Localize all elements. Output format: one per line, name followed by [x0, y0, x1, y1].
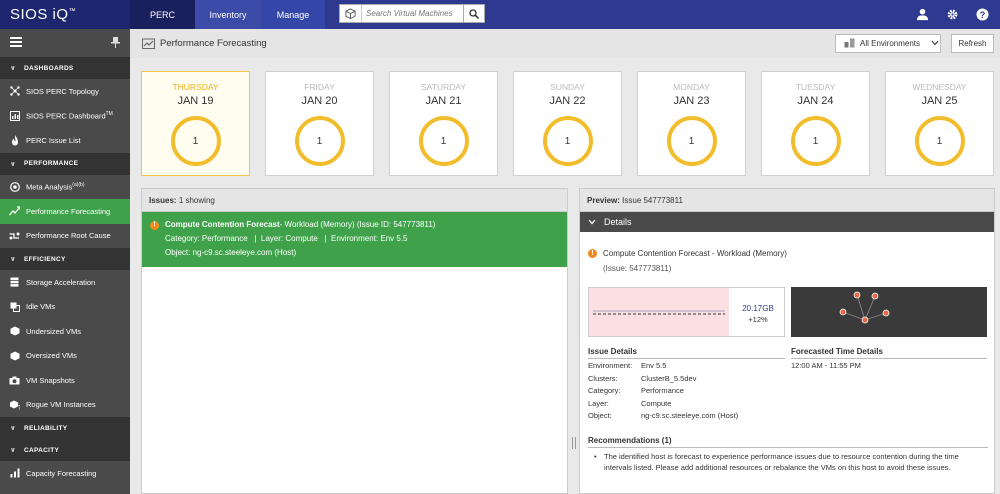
issue-count-ring[interactable]: 1 — [170, 116, 221, 166]
sidebar-item-idle-vms[interactable]: Idle VMs — [0, 295, 130, 320]
sidebar: ∨ DASHBOARDS SIOS PERC Topology SIOS PERC… — [0, 29, 130, 494]
menu-icon[interactable] — [10, 37, 22, 49]
chevron-down-icon — [931, 39, 939, 48]
tab-manage[interactable]: Manage — [261, 0, 325, 29]
day-card[interactable]: SATURDAY JAN 21 1 — [389, 71, 498, 176]
sidebar-item-undersized-vms[interactable]: Undersized VMs — [0, 319, 130, 344]
vm-search — [339, 4, 485, 23]
sidebar-item-perc-issue-list[interactable]: PERC Issue List — [0, 128, 130, 153]
topology-thumbnail[interactable] — [791, 287, 987, 337]
warning-icon: ! — [150, 220, 159, 230]
day-card[interactable]: THURSDAY JAN 19 1 — [141, 71, 250, 176]
section-efficiency[interactable]: ∨ EFFICIENCY — [0, 248, 130, 270]
sidebar-item-oversized-vms[interactable]: Oversized VMs — [0, 344, 130, 369]
preview-title: ! Compute Contention Forecast - Workload … — [588, 249, 787, 258]
help-icon[interactable]: ? — [975, 7, 989, 21]
chevron-down-icon: ∨ — [10, 447, 16, 454]
refresh-button[interactable]: Refresh — [951, 34, 994, 53]
svg-text:?: ? — [979, 9, 985, 19]
issues-header: Issues: 1 showing — [142, 189, 567, 212]
threshold-area — [589, 288, 729, 336]
rogue-vm-icon: ? — [9, 399, 20, 410]
undersized-vm-icon — [9, 326, 20, 337]
preview-header: Preview: Issue 547773811 — [580, 189, 994, 212]
sidebar-item-perc-topology[interactable]: SIOS PERC Topology — [0, 79, 130, 104]
day-card[interactable]: WEDNESDAY JAN 25 1 — [885, 71, 994, 176]
tab-perc[interactable]: PERC — [130, 0, 195, 29]
environment-select[interactable]: All Environments — [835, 34, 941, 53]
issue-details-list: Environment: Env 5.5 Clusters: ClusterB_5.… — [588, 361, 739, 420]
issue-count-ring[interactable]: 1 — [542, 116, 593, 166]
search-icon[interactable] — [463, 5, 484, 22]
topology-icon — [9, 86, 20, 97]
forecast-change: +12% — [748, 315, 768, 324]
chevron-down-icon: ∨ — [10, 425, 16, 432]
forecasting-page-icon — [142, 37, 155, 49]
chevron-down-icon: ∨ — [10, 65, 16, 72]
dashboard-icon — [9, 110, 20, 121]
section-dashboards[interactable]: ∨ DASHBOARDS — [0, 57, 130, 79]
section-reliability[interactable]: ∨ RELIABILITY — [0, 417, 130, 439]
sidebar-item-meta-analysis[interactable]: Meta Analysis(a)(b) — [0, 175, 130, 200]
warning-icon: ! — [588, 249, 597, 258]
meta-analysis-icon — [9, 181, 20, 192]
issue-count-ring[interactable]: 1 — [914, 116, 965, 166]
chevron-down-icon — [588, 217, 596, 227]
issue-row[interactable]: ! Compute Contention Forecast - Workload … — [142, 212, 567, 267]
forecast-time-value: 12:00 AM - 11:55 PM — [791, 361, 861, 370]
issue-count-ring[interactable]: 1 — [666, 116, 717, 166]
issues-panel: Issues: 1 showing ! Compute Contention Fo… — [141, 188, 568, 494]
page-title: Performance Forecasting — [160, 38, 267, 49]
sidebar-item-vm-snapshots[interactable]: VM Snapshots — [0, 368, 130, 393]
sidebar-item-perc-dashboard[interactable]: SIOS PERC DashboardTM — [0, 104, 130, 129]
chevron-down-icon: ∨ — [10, 160, 16, 168]
svg-text:?: ? — [18, 405, 20, 410]
tab-inventory[interactable]: Inventory — [195, 0, 261, 29]
app-logo[interactable]: SIOS iQ™ — [0, 0, 130, 29]
sidebar-item-capacity-forecasting[interactable]: Capacity Forecasting — [0, 461, 130, 486]
forecast-chart[interactable]: 20.17GB +12% — [588, 287, 785, 337]
snapshot-icon — [9, 375, 20, 386]
flame-icon — [9, 134, 20, 146]
panel-splitter[interactable] — [572, 437, 576, 449]
issue-count-ring[interactable]: 1 — [294, 116, 345, 166]
capacity-icon — [9, 468, 20, 479]
day-card[interactable]: FRIDAY JAN 20 1 — [265, 71, 374, 176]
cube-icon[interactable] — [340, 5, 362, 22]
preview-issue-ref: (Issue: 547773811) — [603, 264, 672, 273]
gear-icon[interactable] — [945, 7, 959, 21]
sidebar-item-performance-root-cause[interactable]: Performance Root Cause — [0, 224, 130, 249]
chevron-down-icon: ∨ — [10, 256, 16, 263]
sidebar-item-performance-forecasting[interactable]: Performance Forecasting — [0, 199, 130, 224]
pin-icon[interactable] — [111, 36, 120, 50]
details-toggle[interactable]: Details — [580, 212, 994, 232]
user-icon[interactable] — [915, 7, 929, 21]
top-bar: SIOS iQ™ PERC Inventory Manage ? — [0, 0, 1000, 29]
page-header: Performance Forecasting All Environments… — [130, 29, 1000, 58]
issue-count-ring[interactable]: 1 — [418, 116, 469, 166]
section-capacity[interactable]: ∨ CAPACITY — [0, 439, 130, 461]
day-card[interactable]: TUESDAY JAN 24 1 — [761, 71, 870, 176]
forecasting-icon — [9, 206, 20, 217]
root-cause-icon — [9, 230, 20, 241]
forecast-time-heading: Forecasted Time Details — [791, 347, 987, 359]
issue-details-heading: Issue Details — [588, 347, 785, 359]
recommendation-item: The identified host is forecast to exper… — [588, 451, 988, 473]
idle-vm-icon — [9, 301, 20, 312]
storage-icon — [9, 277, 20, 288]
sidebar-item-storage-acceleration[interactable]: Storage Acceleration — [0, 270, 130, 295]
issue-count-ring[interactable]: 1 — [790, 116, 841, 166]
sidebar-toolbar — [0, 29, 130, 57]
search-input[interactable] — [366, 7, 458, 20]
day-card[interactable]: MONDAY JAN 23 1 — [637, 71, 746, 176]
section-performance[interactable]: ∨ PERFORMANCE — [0, 152, 130, 175]
recommendations-heading: Recommendations (1) — [588, 436, 988, 448]
day-card[interactable]: SUNDAY JAN 22 1 — [513, 71, 622, 176]
oversized-vm-icon — [9, 350, 20, 361]
preview-panel: Preview: Issue 547773811 Details ! Comput… — [579, 188, 995, 494]
sidebar-item-rogue-vm-instances[interactable]: ? Rogue VM Instances — [0, 393, 130, 418]
environment-icon — [844, 38, 855, 50]
forecast-value: 20.17GB — [742, 304, 774, 313]
